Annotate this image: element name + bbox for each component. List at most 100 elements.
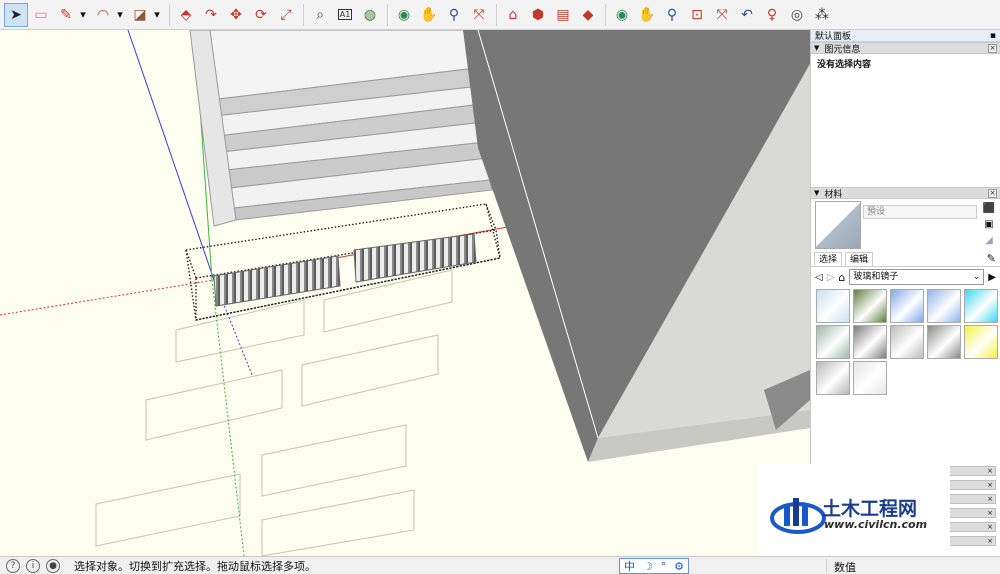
toolbar-separator <box>303 3 304 26</box>
material-swatch[interactable] <box>853 289 887 323</box>
zoom-extents-tool-button[interactable]: ⤧ <box>467 3 491 27</box>
collapsed-tray-3[interactable]: × <box>945 494 996 504</box>
previous-view-button[interactable]: ↶ <box>735 3 759 27</box>
details-arrow-icon[interactable]: ▶ <box>988 272 996 283</box>
follow-me-tool-button[interactable]: ↷ <box>199 3 223 27</box>
eyedropper-icon[interactable]: ✎ <box>987 252 996 265</box>
material-swatch[interactable] <box>890 325 924 359</box>
zoom2-tool-button[interactable]: ⚲ <box>660 3 684 27</box>
forward-arrow-icon[interactable]: ▷ <box>827 272 835 283</box>
push-pull-icon: ⬘ <box>180 6 192 23</box>
material-swatch[interactable] <box>927 289 961 323</box>
close-icon[interactable]: × <box>987 509 993 517</box>
material-name-field[interactable]: 預设 <box>863 205 977 219</box>
select-tool-button[interactable]: ➤ <box>4 2 28 27</box>
collapse-triangle-icon[interactable]: ▼ <box>814 44 819 52</box>
move-tool-button[interactable]: ✥ <box>224 3 248 27</box>
text-tool-button[interactable]: A1 <box>333 3 357 27</box>
entity-info-header[interactable]: ▼ 图元信息 × <box>811 42 1000 55</box>
look-around-button[interactable]: ◎ <box>785 3 809 27</box>
material-swatch[interactable] <box>927 325 961 359</box>
pan2-tool-button[interactable]: ✋ <box>635 3 659 27</box>
tape-measure-icon: ⌕ <box>316 6 324 23</box>
close-icon[interactable]: × <box>987 495 993 503</box>
material-swatch[interactable] <box>816 325 850 359</box>
pin-icon[interactable]: ▪ <box>990 31 996 41</box>
zoom-tool-button[interactable]: ⚲ <box>442 3 466 27</box>
send-to-layout-button[interactable]: ▤ <box>551 3 575 27</box>
default-material-icon[interactable]: ◢ <box>985 235 993 246</box>
material-swatch[interactable] <box>816 289 850 323</box>
position-camera-icon: ♀ <box>766 6 778 23</box>
collapsed-tray-4[interactable]: × <box>945 508 996 518</box>
move-icon: ✥ <box>230 6 242 23</box>
geo-location-icon[interactable]: ? <box>6 558 20 573</box>
orbit2-tool-button[interactable]: ◉ <box>610 3 634 27</box>
status-separator <box>826 559 827 573</box>
walk-tool-button[interactable]: ⁂ <box>810 3 834 27</box>
sample-paint-icon[interactable]: ⬛ <box>983 203 995 214</box>
material-swatch[interactable] <box>964 325 998 359</box>
pan-tool-button[interactable]: ✋ <box>417 3 441 27</box>
warehouse-button[interactable]: ⌂ <box>501 3 525 27</box>
eraser-tool-button[interactable]: ▭ <box>29 3 53 27</box>
position-camera-button[interactable]: ♀ <box>760 3 784 27</box>
zoom-window-tool-button[interactable]: ⊡ <box>685 3 709 27</box>
paint-bucket-tool-button[interactable]: ◍ <box>358 3 382 27</box>
material-swatch[interactable] <box>853 361 887 395</box>
tab-select[interactable]: 选择 <box>814 251 843 266</box>
rotate-tool-button[interactable]: ⟳ <box>249 3 273 27</box>
close-icon[interactable]: × <box>987 523 993 531</box>
pencil-line-tool-button[interactable]: ✎ <box>54 3 78 27</box>
tab-edit[interactable]: 编辑 <box>845 251 874 266</box>
zoom-extents2-tool-button[interactable]: ⤧ <box>710 3 734 27</box>
dropdown-arrow-icon[interactable]: ▾ <box>153 3 161 27</box>
scale-tool-button[interactable]: ⤢ <box>274 3 298 27</box>
previous-view-icon: ↶ <box>741 6 753 23</box>
back-arrow-icon[interactable]: ◁ <box>815 272 823 283</box>
collapsed-tray-6[interactable]: × <box>945 536 996 546</box>
current-material-swatch[interactable] <box>815 201 861 249</box>
push-pull-tool-button[interactable]: ⬘ <box>174 3 198 27</box>
dropdown-arrow-icon[interactable]: ▾ <box>79 3 87 27</box>
library-select[interactable]: 玻璃和镜子 ⌄ <box>849 269 985 285</box>
orbit-tool-button[interactable]: ◉ <box>392 3 416 27</box>
material-swatch[interactable] <box>816 361 850 395</box>
punctuation-icon[interactable]: ° <box>661 560 667 573</box>
extension-manager-button[interactable]: ◆ <box>576 3 600 27</box>
create-material-icon[interactable]: ▣ <box>984 219 993 230</box>
scene-canvas[interactable] <box>0 30 810 556</box>
ime-toolbar[interactable]: 中 ☽ ° ⚙ <box>619 558 689 574</box>
model-viewport[interactable] <box>0 30 810 556</box>
home-icon[interactable]: ⌂ <box>838 271 845 284</box>
entity-info-body <box>811 73 1000 187</box>
user-icon[interactable]: ● <box>46 558 60 573</box>
collapsed-tray-2[interactable]: × <box>945 480 996 490</box>
materials-header[interactable]: ▼ 材料 × <box>811 187 1000 200</box>
settings-gear-icon[interactable]: ⚙ <box>674 560 684 573</box>
warehouse-icon: ⌂ <box>508 6 518 23</box>
tray-title-bar: 默认面板 ▪ <box>811 30 1000 42</box>
extension-warehouse-button[interactable]: ⬢ <box>526 3 550 27</box>
close-icon[interactable]: × <box>988 188 997 198</box>
toolbar-separator <box>387 3 388 26</box>
collapsed-tray-1[interactable]: × <box>945 466 996 476</box>
material-swatch[interactable] <box>890 289 924 323</box>
material-swatch[interactable] <box>964 289 998 323</box>
arc-tool-button[interactable]: ◠ <box>91 3 115 27</box>
moon-icon[interactable]: ☽ <box>643 560 653 573</box>
close-icon[interactable]: × <box>987 481 993 489</box>
close-icon[interactable]: × <box>987 467 993 475</box>
credits-icon[interactable]: i <box>26 558 40 573</box>
tape-measure-tool-button[interactable]: ⌕ <box>308 3 332 27</box>
paint-bucket-icon: ◍ <box>363 6 377 23</box>
close-icon[interactable]: × <box>987 537 993 545</box>
ime-mode-char[interactable]: 中 <box>624 558 635 574</box>
collapsed-tray-5[interactable]: × <box>945 522 996 532</box>
material-swatch[interactable] <box>853 325 887 359</box>
pan-hand-icon: ✋ <box>420 6 438 23</box>
rectangle-tool-button[interactable]: ◪ <box>128 3 152 27</box>
dropdown-arrow-icon[interactable]: ▾ <box>116 3 124 27</box>
collapse-triangle-icon[interactable]: ▼ <box>814 189 819 197</box>
close-icon[interactable]: × <box>988 43 997 53</box>
